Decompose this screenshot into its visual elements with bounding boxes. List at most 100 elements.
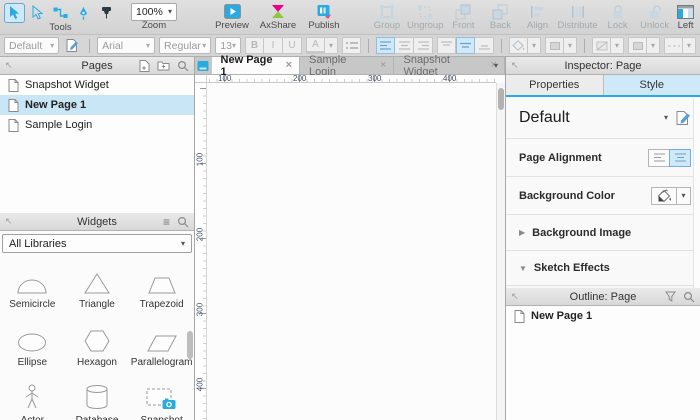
toggle-left-panel-button[interactable]: Left [672,2,700,31]
chevron-down-icon[interactable]: ▾ [664,114,668,122]
page-align-center-button[interactable] [669,149,691,167]
bullet-list-button[interactable] [342,37,361,54]
background-color-button[interactable] [651,187,677,205]
font-color-caret[interactable]: ▾ [325,37,338,54]
font-color-button[interactable]: A [306,37,325,54]
canvas-vertical-scrollbar[interactable] [496,83,505,420]
page-align-left-button[interactable] [648,149,670,167]
collapse-panel-icon[interactable]: ↖ [5,216,13,227]
align-right-button[interactable] [414,37,433,54]
widget-semicircle[interactable]: Semicircle [0,257,65,315]
format-painter-button[interactable] [96,3,117,23]
background-image-row[interactable]: ▶ Background Image [506,215,700,251]
align-button[interactable]: Align [520,2,554,31]
align-center-button[interactable] [395,37,414,54]
distribute-button[interactable]: Distribute [557,2,597,31]
italic-button[interactable]: I [264,37,283,54]
search-icon[interactable] [683,291,695,303]
edit-widget-style-button[interactable] [63,37,82,54]
interaction-select-tool-button[interactable] [27,3,48,23]
tab-style[interactable]: Style [604,75,700,95]
close-icon[interactable]: × [380,60,386,71]
widget-triangle[interactable]: Triangle [65,257,130,315]
add-folder-icon[interactable] [157,60,170,71]
page-item-snapshot-widget[interactable]: Snapshot Widget [0,75,194,95]
canvas-scrollbar-thumb[interactable] [498,88,504,110]
search-icon[interactable] [177,60,189,72]
inspector-scrollbar-track[interactable] [693,99,700,288]
close-icon[interactable]: × [286,60,292,71]
collapse-panel-icon[interactable]: ↖ [511,60,519,71]
text-valign-group [437,37,494,54]
sketch-effects-row[interactable]: ▼ Sketch Effects [506,251,700,286]
filter-icon[interactable] [665,291,676,302]
send-back-button[interactable]: Back [483,2,517,31]
preview-button[interactable]: Preview [209,2,255,31]
fill-color-caret[interactable]: ▾ [528,37,541,54]
unlock-button[interactable]: Unlock [638,2,672,31]
align-top-button[interactable] [437,37,456,54]
axshare-button[interactable]: AxShare [255,2,301,31]
align-bottom-button[interactable] [475,37,494,54]
shadow-group: ▾ [545,37,577,54]
ungroup-button[interactable]: Ungroup [407,2,443,31]
line-color-button[interactable] [592,37,611,54]
select-tool-button[interactable] [4,3,25,23]
horizontal-ruler: 100 200 300 400 [207,75,496,83]
align-left-button[interactable] [376,37,395,54]
design-canvas[interactable] [207,83,496,420]
line-width-caret[interactable]: ▾ [647,37,660,54]
widget-style-select[interactable]: Default ▾ [4,37,59,54]
widget-hexagon[interactable]: Hexagon [65,315,130,373]
background-color-label: Background Color [519,190,615,202]
bring-front-button[interactable]: Front [446,2,480,31]
font-size-select[interactable]: 13 ▾ [215,37,241,54]
widget-actor[interactable]: Actor [0,373,65,420]
outline-item-new-page-1[interactable]: New Page 1 [506,306,700,326]
page-list-icon[interactable] [195,57,212,74]
widget-database[interactable]: Database [65,373,130,420]
pen-tool-button[interactable] [73,3,94,23]
tab-properties[interactable]: Properties [506,75,604,95]
shadow-caret[interactable]: ▾ [564,37,577,54]
background-color-caret[interactable]: ▾ [677,187,691,205]
bold-button[interactable]: B [245,37,264,54]
lock-button[interactable]: Lock [601,2,635,31]
collapse-panel-icon[interactable]: ↖ [5,60,13,71]
line-style-button[interactable] [664,37,683,54]
widgets-scrollbar-thumb[interactable] [187,331,193,359]
page-item-sample-login[interactable]: Sample Login [0,115,194,135]
group-button[interactable]: Group [370,2,404,31]
tab-list-chevron-icon[interactable]: ▾ [494,62,498,70]
font-family-select[interactable]: Arial ▾ [97,37,155,54]
edit-page-style-icon[interactable] [676,111,691,125]
underline-button[interactable]: U [283,37,302,54]
ruler-corner [195,75,207,83]
shadow-button[interactable] [545,37,564,54]
widget-ellipse[interactable]: Ellipse [0,315,65,373]
zoom-select[interactable]: 100% ▾ [131,3,177,21]
tab-sample-login[interactable]: Sample Login × [300,57,394,74]
publish-button[interactable]: Publish [301,2,347,31]
align-middle-button[interactable] [456,37,475,54]
cursor-icon [8,5,21,20]
font-weight-select[interactable]: Regular ▾ [159,37,211,54]
add-page-icon[interactable] [139,60,150,72]
connector-tool-button[interactable] [50,3,71,23]
menu-icon[interactable]: ≡ [163,217,170,227]
tab-new-page-1[interactable]: New Page 1 × [212,57,301,74]
line-width-button[interactable] [628,37,647,54]
widget-trapezoid[interactable]: Trapezoid [129,257,194,315]
page-item-new-page-1[interactable]: New Page 1 [0,95,194,115]
library-select[interactable]: All Libraries ▾ [2,234,192,253]
line-color-caret[interactable]: ▾ [611,37,624,54]
fill-color-button[interactable] [509,37,528,54]
tab-snapshot-widget[interactable]: Snapshot Widget × [394,57,505,74]
search-icon[interactable] [177,216,189,228]
collapse-panel-icon[interactable]: ↖ [511,291,519,302]
line-style-caret[interactable]: ▾ [683,37,696,54]
widget-parallelogram[interactable]: Parallelogram [129,315,194,373]
pages-panel-header: ↖ Pages [0,57,194,75]
fill-color-group: ▾ [509,37,541,54]
widget-snapshot[interactable]: Snapshot [129,373,194,420]
